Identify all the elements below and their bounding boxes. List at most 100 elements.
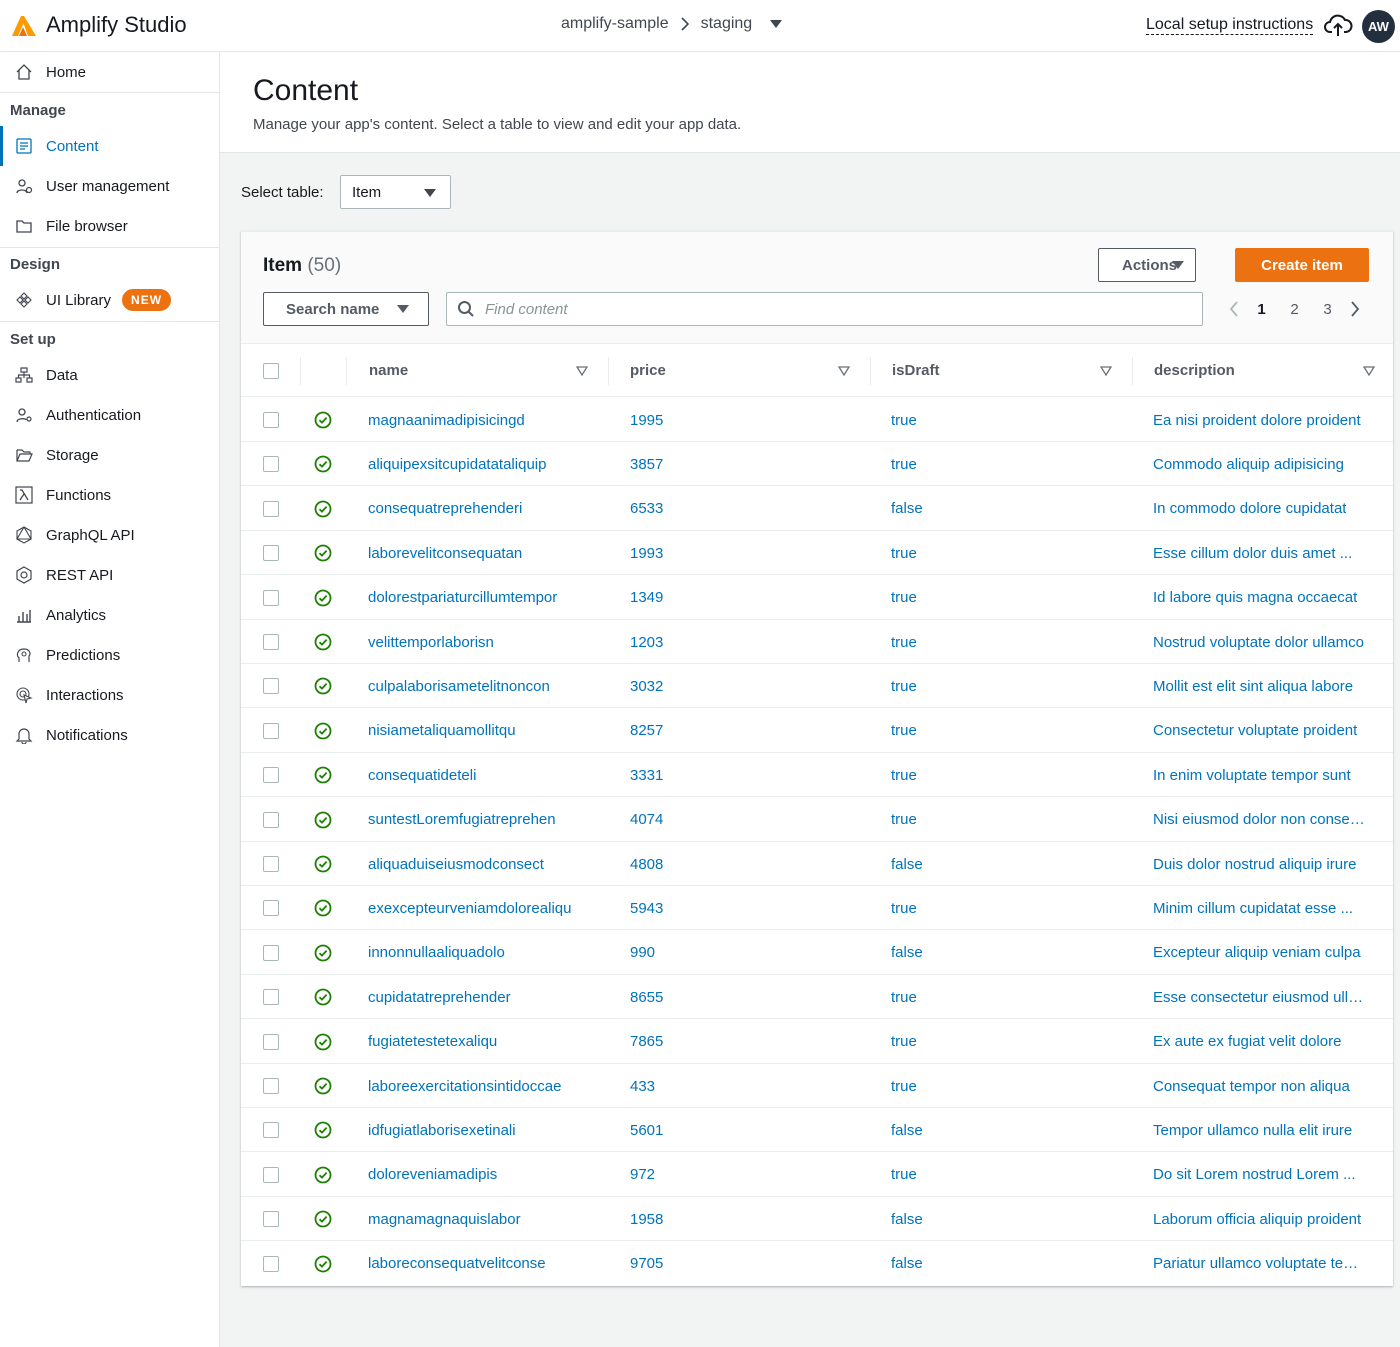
cell-price[interactable]: 6533 xyxy=(630,487,845,531)
row-checkbox[interactable] xyxy=(263,1078,279,1094)
cell-price[interactable]: 4808 xyxy=(630,842,845,886)
cell-description[interactable]: Ea nisi proident dolore proident xyxy=(1153,398,1369,442)
table-row[interactable]: magnamagnaquislabor 1958 false Laborum offi… xyxy=(241,1197,1393,1242)
sidebar-item-home[interactable]: Home xyxy=(0,52,219,92)
cell-isdraft[interactable]: false xyxy=(891,1197,1106,1241)
cell-name[interactable]: magnamagnaquislabor xyxy=(368,1197,583,1241)
cell-name[interactable]: laboreexercitationsintidoccae xyxy=(368,1064,583,1108)
row-checkbox[interactable] xyxy=(263,589,279,606)
table-row[interactable]: laborevelitconsequatan 1993 true Esse cillu… xyxy=(241,531,1393,576)
cell-name[interactable]: laborevelitconsequatan xyxy=(368,531,583,575)
cell-isdraft[interactable]: true xyxy=(891,1153,1106,1197)
cell-price[interactable]: 3032 xyxy=(630,664,845,708)
cell-name[interactable]: laboreconsequatvelitconse xyxy=(368,1242,583,1286)
cell-description[interactable]: Nostrud voluptate dolor ullamco xyxy=(1153,620,1369,664)
table-row[interactable]: laboreconsequatvelitconse 9705 false Pariat… xyxy=(241,1242,1393,1286)
cell-isdraft[interactable]: true xyxy=(891,576,1106,620)
cell-price[interactable]: 433 xyxy=(630,1064,845,1108)
sidebar-item-rest-api[interactable]: REST API xyxy=(0,555,219,595)
cell-price[interactable]: 990 xyxy=(630,931,845,975)
row-checkbox[interactable] xyxy=(263,412,279,428)
cell-isdraft[interactable]: true xyxy=(891,886,1106,930)
cell-description[interactable]: Commodo aliquip adipisicing xyxy=(1153,442,1369,486)
table-row[interactable]: aliquipexsitcupidatataliquip 3857 true Comm… xyxy=(241,442,1393,487)
table-row[interactable]: idfugiatlaborisexetinali 5601 false Tempor … xyxy=(241,1108,1393,1153)
cell-name[interactable]: nisiametaliquamollitqu xyxy=(368,709,583,753)
cell-isdraft[interactable]: true xyxy=(891,1064,1106,1108)
search-field-dropdown[interactable]: Search name xyxy=(263,292,429,326)
select-table-dropdown[interactable]: Item xyxy=(340,175,451,209)
cell-isdraft[interactable]: true xyxy=(891,1020,1106,1064)
table-row[interactable]: nisiametaliquamollitqu 8257 true Consectetu… xyxy=(241,709,1393,753)
cell-price[interactable]: 8655 xyxy=(630,975,845,1019)
row-checkbox[interactable] xyxy=(263,1255,279,1272)
cell-name[interactable]: consequatreprehenderi xyxy=(368,487,583,531)
table-row[interactable]: laboreexercitationsintidoccae 433 true Cons… xyxy=(241,1064,1393,1108)
sidebar-item-file-browser[interactable]: File browser xyxy=(0,206,219,246)
cell-isdraft[interactable]: true xyxy=(891,442,1106,486)
env-dropdown-icon[interactable] xyxy=(770,20,783,28)
breadcrumb-env[interactable]: staging xyxy=(701,15,753,33)
cell-description[interactable]: Do sit Lorem nostrud Lorem ... xyxy=(1153,1153,1369,1197)
prev-page-icon[interactable] xyxy=(1223,298,1245,320)
cell-name[interactable]: aliquaduiseiusmodconsect xyxy=(368,842,583,886)
actions-button[interactable]: Actions xyxy=(1098,248,1196,282)
row-checkbox[interactable] xyxy=(263,944,279,961)
sidebar-item-ui-library[interactable]: UI Library NEW xyxy=(0,280,219,320)
sort-icon[interactable] xyxy=(576,366,588,376)
cell-description[interactable]: Consequat tempor non aliqua xyxy=(1153,1064,1369,1108)
sidebar-item-user-management[interactable]: User management xyxy=(0,166,219,206)
cell-description[interactable]: Duis dolor nostrud aliquip irure xyxy=(1153,842,1369,886)
row-checkbox[interactable] xyxy=(263,500,279,517)
cell-name[interactable]: fugiatetestetexaliqu xyxy=(368,1020,583,1064)
cell-isdraft[interactable]: true xyxy=(891,975,1106,1019)
row-checkbox[interactable] xyxy=(263,678,279,695)
cell-price[interactable]: 1993 xyxy=(630,531,845,575)
cell-description[interactable]: Ex aute ex fugiat velit dolore xyxy=(1153,1020,1369,1064)
row-checkbox[interactable] xyxy=(263,767,279,784)
row-checkbox[interactable] xyxy=(263,856,279,872)
column-header-isdraft[interactable]: isDraft xyxy=(871,344,1132,397)
cell-isdraft[interactable]: false xyxy=(891,1108,1106,1152)
table-row[interactable]: culpalaborisametelitnoncon 3032 true Mollit… xyxy=(241,664,1393,709)
table-row[interactable]: dolorestpariaturcillumtempor 1349 true Id l… xyxy=(241,576,1393,620)
cell-description[interactable]: Tempor ullamco nulla elit irure xyxy=(1153,1108,1369,1152)
table-row[interactable]: cupidatatreprehender 8655 true Esse consect… xyxy=(241,975,1393,1020)
cell-description[interactable]: Mollit est elit sint aliqua labore xyxy=(1153,664,1369,708)
table-row[interactable]: velittemporlaborisn 1203 true Nostrud volup… xyxy=(241,620,1393,664)
cell-isdraft[interactable]: false xyxy=(891,1242,1106,1286)
table-row[interactable]: innonnullaaliquadolo 990 false Excepteur al… xyxy=(241,931,1393,975)
find-content-box[interactable] xyxy=(446,292,1203,326)
sidebar-item-functions[interactable]: Functions xyxy=(0,475,219,515)
column-header-price[interactable]: price xyxy=(609,344,870,397)
cell-isdraft[interactable]: true xyxy=(891,798,1106,842)
sidebar-item-predictions[interactable]: Predictions xyxy=(0,635,219,675)
sidebar-item-analytics[interactable]: Analytics xyxy=(0,595,219,635)
cell-price[interactable]: 9705 xyxy=(630,1242,845,1286)
cell-price[interactable]: 5601 xyxy=(630,1108,845,1152)
cell-description[interactable]: Nisi eiusmod dolor non consequat xyxy=(1153,798,1369,842)
table-row[interactable]: magnaanimadipisicingd 1995 true Ea nisi pro… xyxy=(241,398,1393,442)
cell-name[interactable]: idfugiatlaborisexetinali xyxy=(368,1108,583,1152)
table-row[interactable]: fugiatetestetexaliqu 7865 true Ex aute ex f… xyxy=(241,1020,1393,1064)
cell-price[interactable]: 8257 xyxy=(630,709,845,753)
cell-price[interactable]: 4074 xyxy=(630,798,845,842)
sidebar-item-notifications[interactable]: Notifications xyxy=(0,715,219,755)
row-checkbox[interactable] xyxy=(263,456,279,473)
cell-name[interactable]: magnaanimadipisicingd xyxy=(368,398,583,442)
cell-name[interactable]: consequatideteli xyxy=(368,753,583,797)
cell-description[interactable]: In enim voluptate tempor sunt xyxy=(1153,753,1369,797)
cell-price[interactable]: 1349 xyxy=(630,576,845,620)
cell-name[interactable]: innonnullaaliquadolo xyxy=(368,931,583,975)
cell-price[interactable]: 1203 xyxy=(630,620,845,664)
column-header-description[interactable]: description xyxy=(1133,344,1393,397)
cell-isdraft[interactable]: false xyxy=(891,487,1106,531)
table-row[interactable]: doloreveniamadipis 972 true Do sit Lorem no… xyxy=(241,1153,1393,1197)
cell-description[interactable]: Id labore quis magna occaecat xyxy=(1153,576,1369,620)
table-row[interactable]: consequatreprehenderi 6533 false In commodo… xyxy=(241,487,1393,531)
cell-description[interactable]: Pariatur ullamco voluptate tempor xyxy=(1153,1242,1369,1286)
column-header-name[interactable]: name xyxy=(347,344,608,397)
row-checkbox[interactable] xyxy=(263,1211,279,1228)
brand[interactable]: Amplify Studio xyxy=(10,12,187,38)
sidebar-item-interactions[interactable]: Interactions xyxy=(0,675,219,715)
